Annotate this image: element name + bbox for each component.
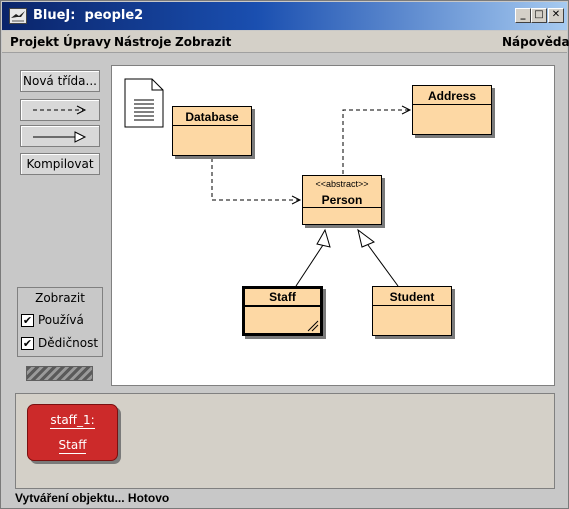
class-divider: [413, 104, 491, 105]
view-options-panel: Zobrazit ✔ Používá ✔ Dědičnost: [17, 287, 103, 357]
menu-bar: Projekt Úpravy Nástroje Zobrazit Nápověd…: [2, 31, 569, 53]
inheritance-arrow-icon: [33, 131, 87, 143]
compile-button[interactable]: Kompilovat: [20, 153, 100, 175]
object-staff-1[interactable]: staff_1: Staff: [27, 404, 118, 461]
class-stereotype: <<abstract>>: [315, 179, 369, 189]
inheritance-edge-student: [367, 244, 399, 287]
inheritance-checkbox[interactable]: ✔: [21, 337, 34, 350]
uses-arrow-icon: [33, 105, 87, 115]
view-options-title: Zobrazit: [35, 291, 85, 305]
object-instance-name: staff_1:: [50, 413, 95, 429]
resize-handle-icon[interactable]: [307, 320, 319, 332]
class-divider: [303, 207, 381, 208]
class-person[interactable]: <<abstract>> Person: [302, 175, 382, 225]
uses-arrow-button[interactable]: [20, 99, 100, 121]
uses-edge-database-person: [211, 158, 300, 201]
uses-checkbox[interactable]: ✔: [21, 314, 34, 327]
object-bench[interactable]: staff_1: Staff: [15, 393, 555, 489]
class-divider: [245, 305, 320, 307]
class-name: Address: [427, 89, 477, 103]
class-name: Database: [185, 110, 239, 124]
inheritance-edge-staff: [295, 244, 324, 287]
menu-napoveda[interactable]: Nápověda: [502, 35, 569, 49]
menu-nastroje[interactable]: Nástroje: [114, 35, 171, 49]
class-student[interactable]: Student: [372, 286, 452, 336]
uses-edge-person-address: [342, 109, 410, 174]
close-button[interactable]: ✕: [548, 8, 564, 23]
vm-activity-indicator: [26, 366, 93, 381]
menu-zobrazit[interactable]: Zobrazit: [175, 35, 231, 49]
bluej-bird-icon: [9, 8, 27, 24]
class-address[interactable]: Address: [412, 85, 492, 135]
uses-checkbox-label: Používá: [38, 313, 84, 327]
inheritance-arrow-button[interactable]: [20, 125, 100, 147]
class-staff-selected[interactable]: Staff: [242, 286, 323, 336]
class-name: Staff: [269, 290, 296, 304]
menu-projekt[interactable]: Projekt: [10, 35, 59, 49]
inheritance-arrowhead-student: [357, 228, 375, 248]
class-name: Person: [321, 193, 363, 207]
menu-upravy[interactable]: Úpravy: [63, 35, 111, 49]
object-class-name: Staff: [58, 438, 87, 454]
status-bar-text: Vytváření objektu... Hotovo: [15, 491, 170, 505]
class-name: Student: [389, 290, 435, 304]
class-diagram-canvas[interactable]: Database Address <<abstract>> Person Sta…: [111, 65, 555, 386]
inheritance-arrowhead-staff: [316, 228, 331, 248]
minimize-button[interactable]: _: [515, 8, 531, 23]
window-title: BlueJ: people2: [33, 8, 144, 23]
bluej-window: BlueJ: people2 _ □ ✕ Projekt Úpravy Nást…: [0, 0, 569, 509]
readme-document-icon[interactable]: [124, 78, 164, 131]
title-bar[interactable]: BlueJ: people2 _ □ ✕: [2, 2, 567, 30]
class-divider: [373, 305, 451, 306]
class-database[interactable]: Database: [172, 106, 252, 156]
new-class-button[interactable]: Nová třída...: [20, 70, 100, 92]
inheritance-checkbox-label: Dědičnost: [38, 336, 99, 350]
class-divider: [173, 125, 251, 126]
maximize-button[interactable]: □: [531, 8, 547, 23]
